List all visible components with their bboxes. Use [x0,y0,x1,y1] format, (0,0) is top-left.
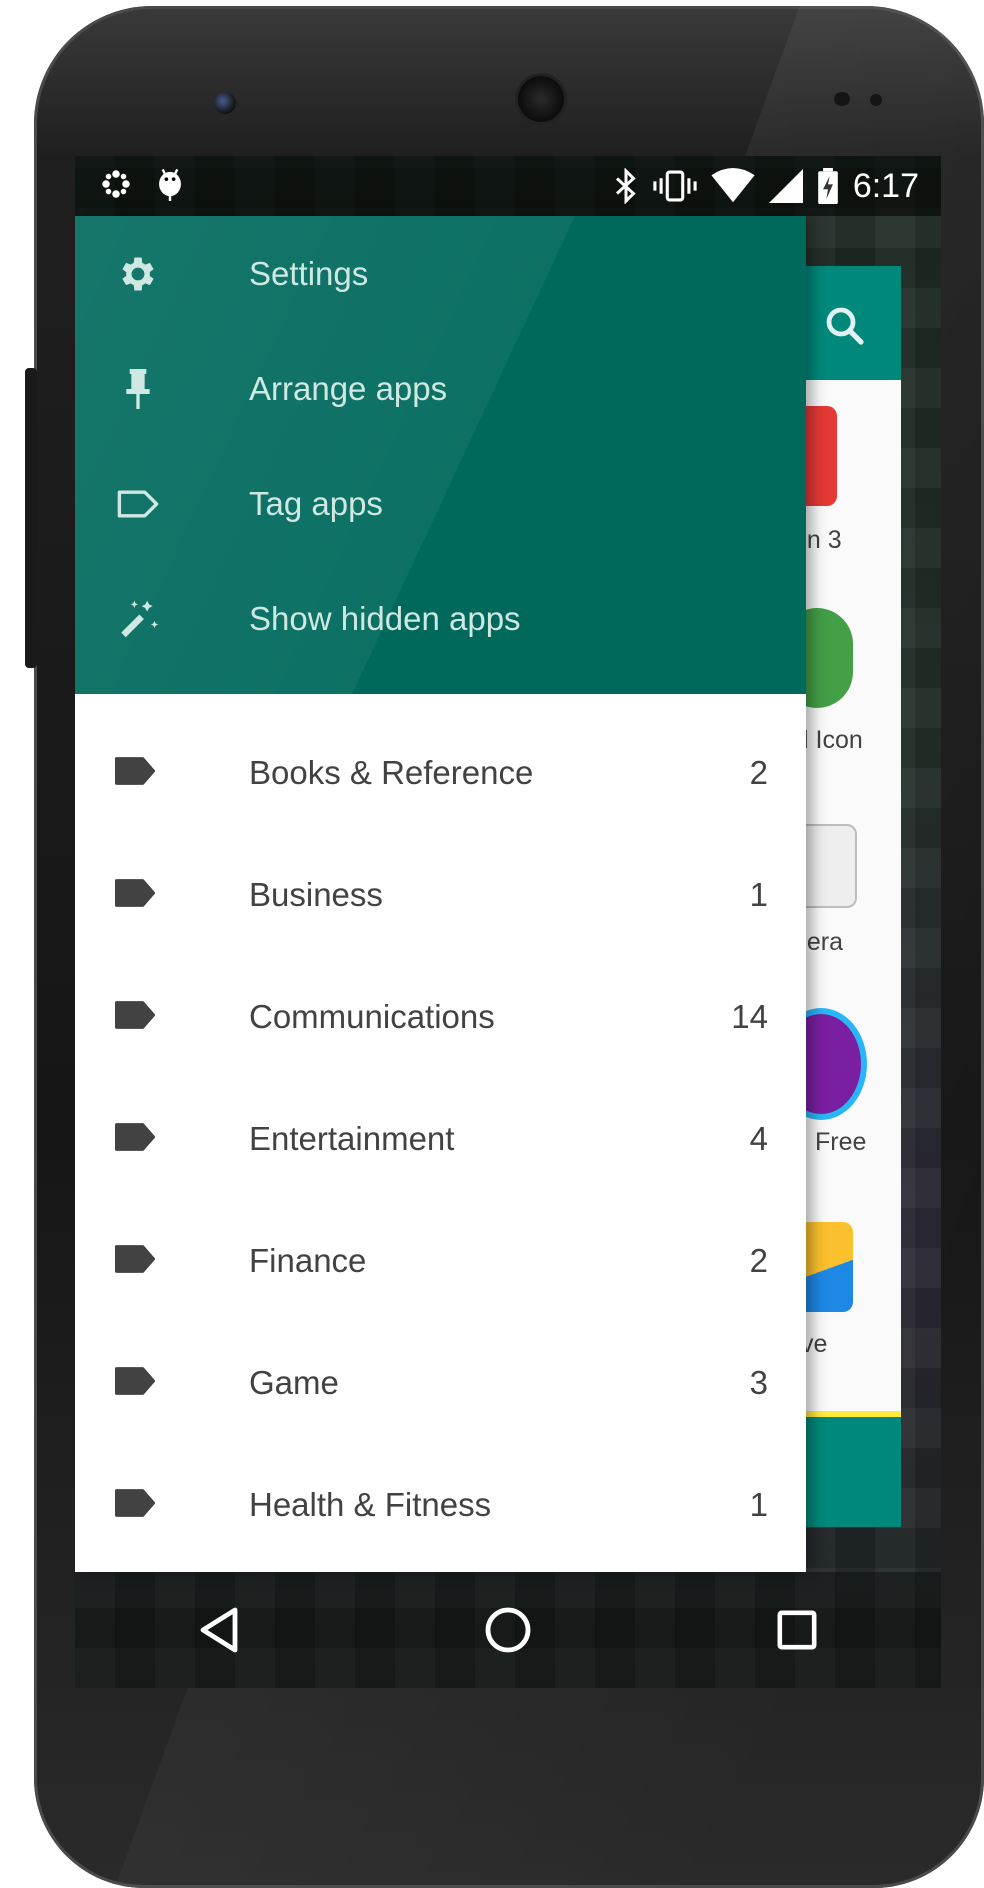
wifi-icon [711,168,755,204]
tag-label: Finance [249,1242,367,1279]
side-button [25,368,37,668]
light-sensor [870,94,882,106]
search-icon[interactable] [821,302,869,355]
gear-icon [115,251,161,297]
bluetooth-icon [613,168,639,204]
tag-count: 2 [749,754,768,791]
pin-icon [115,366,161,412]
menu-item-show-hidden-apps[interactable]: Show hidden apps [75,561,806,676]
status-bar: 6:17 [75,156,941,216]
earpiece-speaker [518,76,564,122]
tag-row-finance[interactable]: Finance 2 [75,1200,806,1322]
tag-row-communications[interactable]: Communications 14 [75,956,806,1078]
tag-row-books-reference[interactable]: Books & Reference 2 [75,712,806,834]
tag-icon [115,1488,155,1523]
tag-count: 1 [749,876,768,913]
menu-label: Settings [249,254,369,292]
tag-label: Communications [249,998,495,1035]
tag-row-entertainment[interactable]: Entertainment 4 [75,1078,806,1200]
tag-outline-icon [115,481,161,527]
menu-item-arrange-apps[interactable]: Arrange apps [75,331,806,446]
clock: 6:17 [852,166,919,205]
tag-label: Health & Fitness [249,1486,492,1523]
vibrate-icon [653,169,697,203]
menu-label: Show hidden apps [249,599,521,637]
tag-icon [115,1244,155,1279]
android-debug-icon [155,167,185,206]
tag-count: 3 [749,1364,768,1401]
front-camera [214,92,236,114]
navigation-drawer: Settings Arrange apps Tag apps Show hidd… [75,216,806,1572]
menu-item-settings[interactable]: Settings [75,216,806,331]
tag-label: Books & Reference [249,754,534,791]
tag-count: 1 [749,1486,768,1523]
tag-row-health-fitness[interactable]: Health & Fitness 1 [75,1444,806,1566]
recents-icon[interactable] [752,1585,842,1675]
tag-icon [115,878,155,913]
tag-label: Business [249,876,383,913]
battery-charging-icon [817,168,839,204]
app-label: l Icon [803,726,863,754]
tag-icon [115,1000,155,1035]
home-icon[interactable] [463,1585,553,1675]
back-icon[interactable] [174,1585,264,1675]
menu-label: Tag apps [249,484,383,522]
proximity-sensor [834,92,850,106]
tag-icon [115,1122,155,1157]
drawer-header: Settings Arrange apps Tag apps Show hidd… [75,216,806,694]
tag-label: Entertainment [249,1120,455,1157]
menu-item-tag-apps[interactable]: Tag apps [75,446,806,561]
tag-count: 4 [749,1120,768,1157]
app-label: Free [815,1128,867,1156]
pinwheel-icon [101,169,131,204]
navigation-bar [75,1572,941,1688]
screen: on 3 l Icon nera Free ve 6:17 Settings A… [75,156,941,1688]
magic-wand-icon [115,596,161,642]
menu-label: Arrange apps [249,369,448,407]
cell-signal-icon [768,169,803,203]
tag-icon [115,756,155,791]
tag-row-game[interactable]: Game 3 [75,1322,806,1444]
tag-row-business[interactable]: Business 1 [75,834,806,956]
tag-icon [115,1366,155,1401]
tag-label: Game [249,1364,339,1401]
tag-count: 14 [731,998,768,1035]
tag-count: 2 [749,1242,768,1279]
